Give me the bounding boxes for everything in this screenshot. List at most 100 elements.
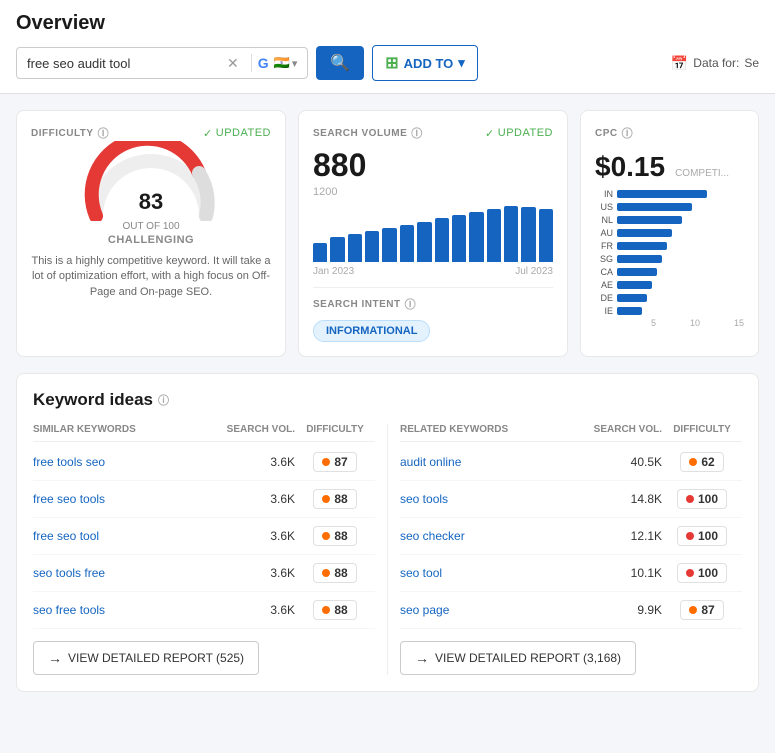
country-row: IE — [595, 306, 744, 316]
add-icon: ⊞ — [385, 53, 398, 73]
kw-link[interactable]: audit online — [400, 455, 592, 469]
gauge-svg: 83 — [81, 141, 221, 221]
bar — [365, 231, 379, 262]
kw-vol: 12.1K — [592, 529, 662, 543]
section-title: Keyword ideas ⓘ — [33, 390, 742, 410]
intent-label: SEARCH INTENT ⓘ — [313, 296, 553, 312]
bar-chart — [313, 202, 553, 262]
volume-check-icon: ✓ — [485, 127, 495, 140]
difficulty-updated-text: Updated — [216, 127, 271, 139]
similar-view-report-label: VIEW DETAILED REPORT (525) — [68, 651, 244, 665]
country-row: AU — [595, 228, 744, 238]
intent-label-text: SEARCH INTENT — [313, 299, 401, 310]
table-row: seo tools free 3.6K 88 — [33, 555, 375, 592]
table-row: seo checker 12.1K 100 — [400, 518, 742, 555]
volume-max: 1200 — [313, 186, 553, 198]
volume-updated-text: Updated — [498, 127, 553, 139]
country-row: CA — [595, 267, 744, 277]
kw-link[interactable]: seo tools free — [33, 566, 225, 580]
country-bar — [617, 190, 707, 198]
kw-diff: 88 — [295, 600, 375, 620]
search-button[interactable]: 🔍 — [316, 46, 364, 80]
difficulty-label: DIFFICULTY ⓘ ✓ Updated — [31, 125, 271, 141]
flag-emoji: 🇮🇳 — [274, 55, 290, 71]
related-view-report-btn[interactable]: → VIEW DETAILED REPORT (3,168) — [400, 641, 636, 675]
country-code: SG — [595, 254, 613, 264]
related-kw-header: RELATED KEYWORDS — [400, 424, 592, 435]
diff-dot — [322, 495, 330, 503]
country-bars: IN US NL AU FR SG CA AE DE IE — [595, 189, 744, 316]
country-row: US — [595, 202, 744, 212]
kw-diff: 87 — [662, 600, 742, 620]
similar-kw-header: SIMILAR KEYWORDS — [33, 424, 225, 435]
intent-info-icon[interactable]: ⓘ — [405, 296, 417, 312]
diff-dot — [686, 569, 694, 577]
compete-label: COMPETI... — [675, 168, 729, 179]
kw-link[interactable]: seo checker — [400, 529, 592, 543]
bar — [452, 215, 466, 262]
difficulty-info-icon[interactable]: ⓘ — [98, 125, 110, 141]
diff-badge: 88 — [313, 563, 356, 583]
country-row: DE — [595, 293, 744, 303]
volume-info-icon[interactable]: ⓘ — [411, 125, 423, 141]
header: Overview ✕ G 🇮🇳 ▾ 🔍 ⊞ ADD TO ▾ 📅 Data fo — [0, 0, 775, 94]
difficulty-card: DIFFICULTY ⓘ ✓ Updated 83 — [16, 110, 286, 357]
kw-diff: 88 — [295, 526, 375, 546]
bar — [417, 222, 431, 262]
country-row: FR — [595, 241, 744, 251]
country-bar — [617, 255, 662, 263]
country-row: SG — [595, 254, 744, 264]
cpc-label-text: CPC — [595, 128, 618, 139]
country-bar — [617, 294, 647, 302]
similar-vol-header: SEARCH VOL. — [225, 424, 295, 435]
kw-link[interactable]: seo tools — [400, 492, 592, 506]
diff-badge: 100 — [677, 563, 727, 583]
table-row: seo free tools 3.6K 88 — [33, 592, 375, 629]
similar-diff-header: DIFFICULTY — [295, 424, 375, 435]
bar — [521, 207, 535, 262]
related-rows: audit online 40.5K 62 seo tools 14.8K 10… — [400, 444, 742, 629]
similar-view-report-btn[interactable]: → VIEW DETAILED REPORT (525) — [33, 641, 259, 675]
intent-badge-wrap: INFORMATIONAL — [313, 312, 553, 342]
data-for-label: Data for: — [693, 56, 739, 70]
kw-link[interactable]: seo page — [400, 603, 592, 617]
search-input[interactable] — [27, 56, 227, 71]
search-bar-row: ✕ G 🇮🇳 ▾ 🔍 ⊞ ADD TO ▾ 📅 Data for: Se — [16, 45, 759, 81]
keyword-section-info-icon[interactable]: ⓘ — [158, 392, 169, 408]
kw-vol: 3.6K — [225, 529, 295, 543]
cpc-info-icon[interactable]: ⓘ — [622, 125, 634, 141]
similar-col-headers: SIMILAR KEYWORDS SEARCH VOL. DIFFICULTY — [33, 424, 375, 442]
country-code: DE — [595, 293, 613, 303]
kw-link[interactable]: free seo tool — [33, 529, 225, 543]
diff-badge: 88 — [313, 526, 356, 546]
jan-label: Jan 2023 — [313, 266, 354, 277]
gauge-level: CHALLENGING — [108, 234, 194, 246]
keyword-section: Keyword ideas ⓘ SIMILAR KEYWORDS SEARCH … — [16, 373, 759, 692]
kw-vol: 3.6K — [225, 492, 295, 506]
add-to-button[interactable]: ⊞ ADD TO ▾ — [372, 45, 478, 81]
kw-link[interactable]: seo free tools — [33, 603, 225, 617]
diff-dot — [689, 606, 697, 614]
difficulty-desc: This is a highly competitive keyword. It… — [31, 254, 271, 300]
country-bar — [617, 307, 642, 315]
jul-label: Jul 2023 — [515, 266, 553, 277]
chart-labels: Jan 2023 Jul 2023 — [313, 266, 553, 277]
country-bar — [617, 242, 667, 250]
related-arrow-right-icon: → — [415, 650, 429, 666]
country-code: CA — [595, 267, 613, 277]
bar — [469, 212, 483, 262]
bar — [330, 237, 344, 262]
country-code: NL — [595, 215, 613, 225]
kw-diff: 100 — [662, 526, 742, 546]
kw-link[interactable]: free tools seo — [33, 455, 225, 469]
diff-dot — [322, 458, 330, 466]
chevron-down-icon[interactable]: ▾ — [292, 57, 298, 70]
country-bar — [617, 216, 682, 224]
country-bar — [617, 281, 652, 289]
kw-vol: 3.6K — [225, 603, 295, 617]
kw-link[interactable]: free seo tools — [33, 492, 225, 506]
kw-link[interactable]: seo tool — [400, 566, 592, 580]
bar — [313, 243, 327, 262]
clear-icon[interactable]: ✕ — [227, 55, 239, 72]
country-row: IN — [595, 189, 744, 199]
